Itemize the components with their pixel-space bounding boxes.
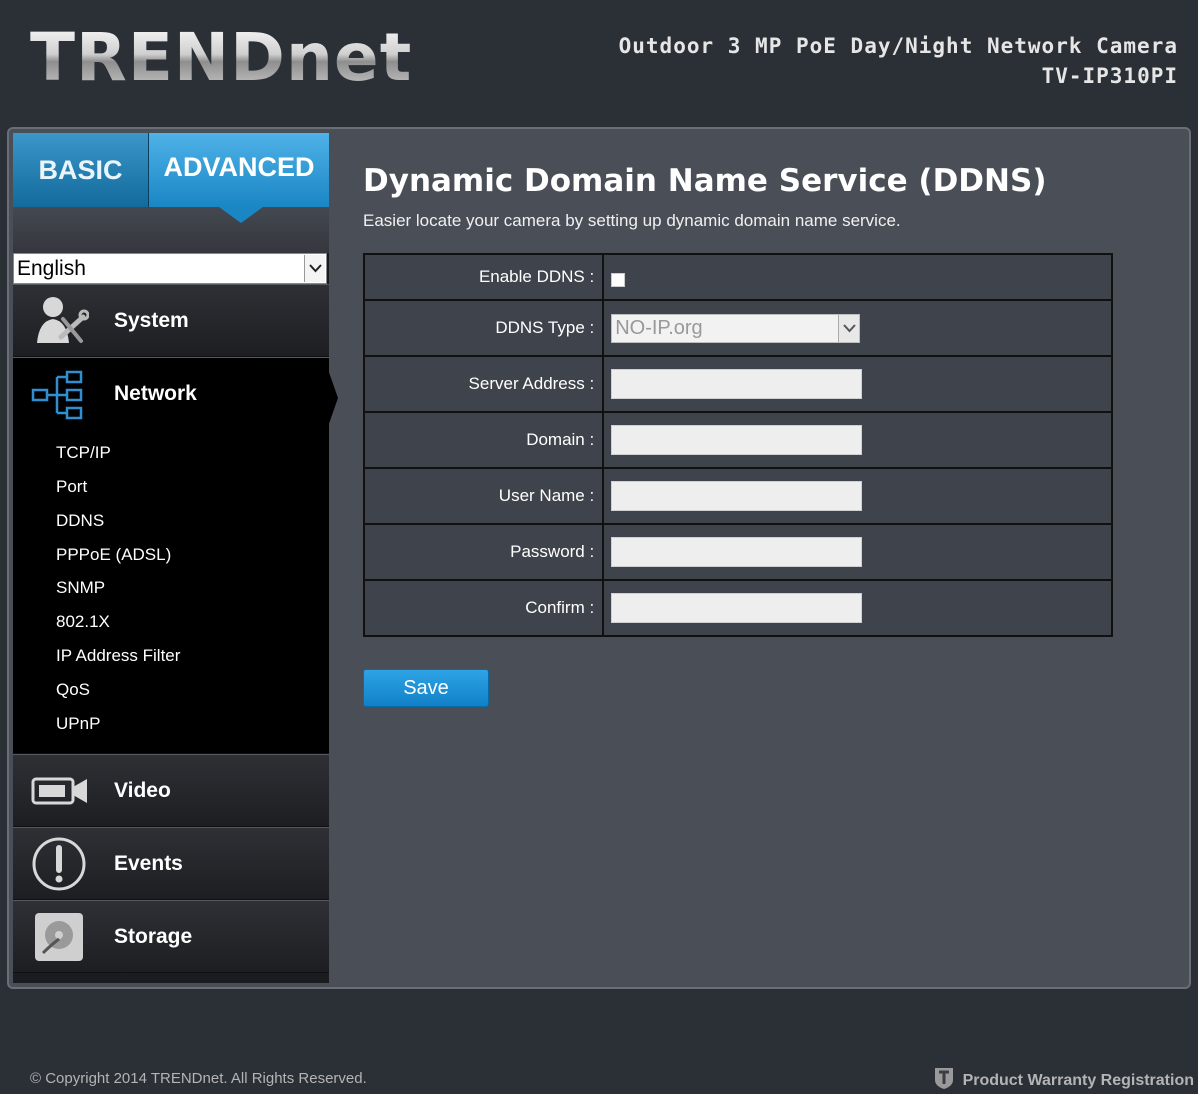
main-frame: BASIC ADVANCED English System Network TC…	[7, 127, 1191, 989]
chevron-down-icon	[304, 255, 325, 282]
enable-ddns-label: Enable DDNS :	[362, 253, 605, 301]
warranty-label: Product Warranty Registration	[962, 1071, 1194, 1089]
shield-icon	[933, 1066, 955, 1094]
server-address-input[interactable]	[611, 369, 863, 399]
ddns-type-select[interactable]: NO-IP.org	[611, 313, 861, 343]
ddns-form: Enable DDNS : DDNS Type : NO-IP.org Serv…	[362, 253, 1113, 637]
nav-network-label: Network	[114, 382, 197, 405]
nav-network[interactable]: Network TCP/IP Port DDNS PPPoE (ADSL) SN…	[13, 357, 329, 754]
domain-input[interactable]	[611, 425, 863, 455]
nav-system-label: System	[114, 309, 189, 332]
chevron-down-icon	[838, 314, 860, 342]
active-tab-pointer	[219, 207, 263, 223]
product-model: TV-IP310PI	[1041, 64, 1178, 88]
nav-storage[interactable]: Storage	[13, 900, 329, 973]
server-address-label: Server Address :	[362, 355, 605, 413]
storage-disk-icon	[31, 909, 87, 970]
nav-network-ip-filter[interactable]: IP Address Filter	[56, 646, 180, 666]
system-tools-icon	[31, 293, 90, 354]
nav-events-label: Events	[114, 852, 183, 875]
password-input[interactable]	[611, 537, 863, 567]
password-label: Password :	[362, 523, 605, 581]
active-section-pointer	[325, 361, 338, 435]
row-domain: Domain :	[362, 411, 1113, 469]
language-selected: English	[17, 257, 86, 280]
header: TRENDnet Outdoor 3 MP PoE Day/Night Netw…	[0, 0, 1198, 120]
confirm-label: Confirm :	[362, 579, 605, 637]
nav-network-8021x[interactable]: 802.1X	[56, 612, 110, 632]
user-name-label: User Name :	[362, 467, 605, 525]
user-name-input[interactable]	[611, 481, 863, 511]
nav-network-port[interactable]: Port	[56, 477, 87, 497]
warranty-link[interactable]: Product Warranty Registration	[933, 1066, 1194, 1094]
enable-ddns-checkbox[interactable]	[611, 273, 626, 287]
nav-network-qos[interactable]: QoS	[56, 680, 90, 700]
mode-tabs: BASIC ADVANCED	[13, 133, 329, 207]
domain-label: Domain :	[362, 411, 605, 469]
nav-network-tcpip[interactable]: TCP/IP	[56, 443, 111, 463]
nav-network-ddns[interactable]: DDNS	[56, 511, 104, 531]
page-subtitle: Easier locate your camera by setting up …	[363, 211, 901, 230]
copyright: © Copyright 2014 TRENDnet. All Rights Re…	[30, 1070, 367, 1087]
row-server-address: Server Address :	[362, 355, 1113, 413]
language-select[interactable]: English	[13, 253, 327, 284]
confirm-input[interactable]	[611, 593, 863, 623]
row-ddns-type: DDNS Type : NO-IP.org	[362, 299, 1113, 357]
sidebar: BASIC ADVANCED English System Network TC…	[13, 133, 329, 983]
ddns-type-value: NO-IP.org	[615, 316, 703, 339]
row-enable-ddns: Enable DDNS :	[362, 253, 1113, 301]
trendnet-logo: TRENDnet	[30, 19, 413, 96]
nav-network-pppoe[interactable]: PPPoE (ADSL)	[56, 545, 171, 565]
row-password: Password :	[362, 523, 1113, 581]
nav-network-upnp[interactable]: UPnP	[56, 714, 100, 734]
network-tree-icon	[31, 370, 87, 425]
tab-basic[interactable]: BASIC	[13, 133, 149, 207]
product-name: Outdoor 3 MP PoE Day/Night Network Camer…	[618, 34, 1178, 58]
nav-events[interactable]: Events	[13, 827, 329, 900]
video-camera-icon	[31, 775, 89, 812]
tab-advanced[interactable]: ADVANCED	[149, 133, 329, 207]
alert-icon	[31, 836, 87, 897]
nav-video-label: Video	[114, 779, 171, 802]
nav-system[interactable]: System	[13, 284, 329, 357]
nav-video[interactable]: Video	[13, 754, 329, 827]
ddns-type-label: DDNS Type :	[362, 299, 605, 357]
row-user-name: User Name :	[362, 467, 1113, 525]
save-button[interactable]: Save	[363, 669, 489, 707]
nav-network-snmp[interactable]: SNMP	[56, 578, 105, 598]
page-title: Dynamic Domain Name Service (DDNS)	[363, 163, 1047, 199]
nav-storage-label: Storage	[114, 925, 193, 948]
row-confirm: Confirm :	[362, 579, 1113, 637]
tab-band	[13, 207, 329, 253]
